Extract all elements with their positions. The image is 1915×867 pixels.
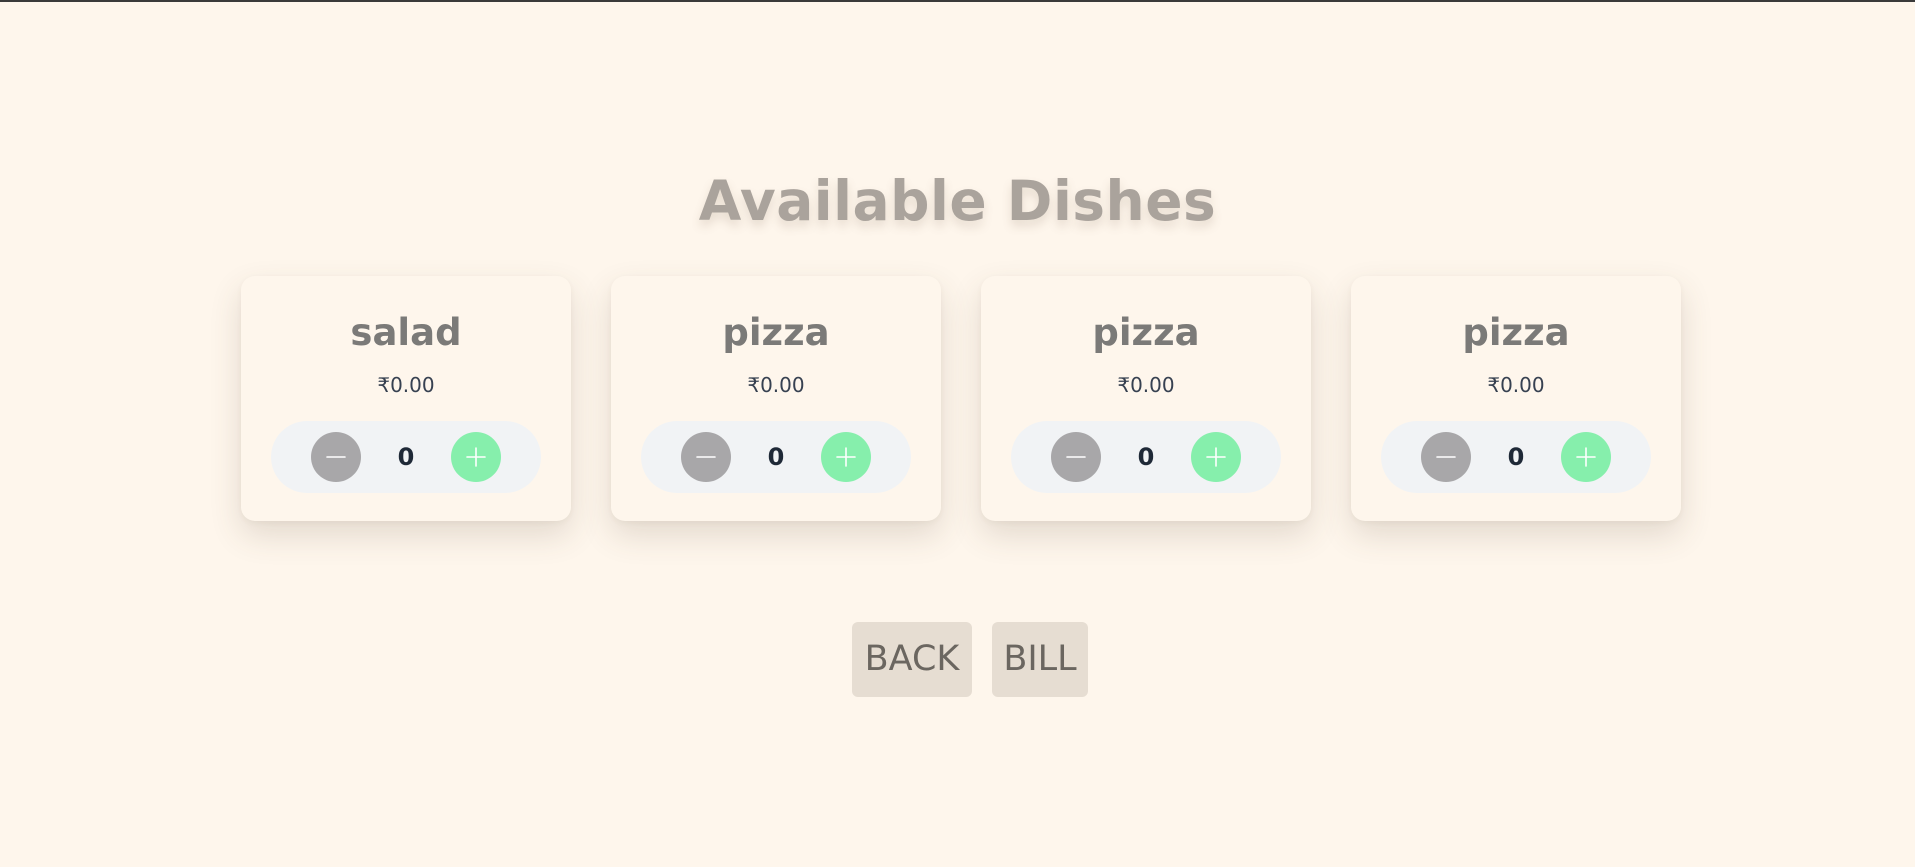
dish-price: ₹0.00 — [1117, 373, 1175, 397]
minus-icon — [326, 456, 346, 458]
decrement-button[interactable] — [1421, 432, 1471, 482]
quantity-stepper: 0 — [1381, 421, 1651, 493]
dish-price: ₹0.00 — [747, 373, 805, 397]
quantity-value: 0 — [1507, 443, 1525, 471]
increment-button[interactable] — [451, 432, 501, 482]
plus-icon — [1206, 447, 1226, 467]
plus-icon — [466, 447, 486, 467]
quantity-stepper: 0 — [641, 421, 911, 493]
dish-card: pizza ₹0.00 0 — [981, 276, 1311, 521]
dish-name: pizza — [1092, 311, 1200, 354]
minus-icon — [1066, 456, 1086, 458]
quantity-stepper: 0 — [271, 421, 541, 493]
back-button[interactable]: BACK — [852, 622, 972, 697]
decrement-button[interactable] — [311, 432, 361, 482]
quantity-value: 0 — [1137, 443, 1155, 471]
dish-price: ₹0.00 — [377, 373, 435, 397]
quantity-value: 0 — [397, 443, 415, 471]
top-border-line — [0, 0, 1915, 2]
dish-card: pizza ₹0.00 0 — [611, 276, 941, 521]
page-title: Available Dishes — [698, 169, 1217, 233]
dish-price: ₹0.00 — [1487, 373, 1545, 397]
plus-icon — [836, 447, 856, 467]
increment-button[interactable] — [821, 432, 871, 482]
dish-name: pizza — [722, 311, 830, 354]
minus-icon — [696, 456, 716, 458]
dish-card: pizza ₹0.00 0 — [1351, 276, 1681, 521]
plus-icon — [1576, 447, 1596, 467]
quantity-stepper: 0 — [1011, 421, 1281, 493]
increment-button[interactable] — [1191, 432, 1241, 482]
bill-button[interactable]: BILL — [992, 622, 1088, 697]
dish-name: salad — [350, 311, 462, 354]
decrement-button[interactable] — [681, 432, 731, 482]
increment-button[interactable] — [1561, 432, 1611, 482]
dish-card: salad ₹0.00 0 — [241, 276, 571, 521]
minus-icon — [1436, 456, 1456, 458]
quantity-value: 0 — [767, 443, 785, 471]
decrement-button[interactable] — [1051, 432, 1101, 482]
dish-name: pizza — [1462, 311, 1570, 354]
